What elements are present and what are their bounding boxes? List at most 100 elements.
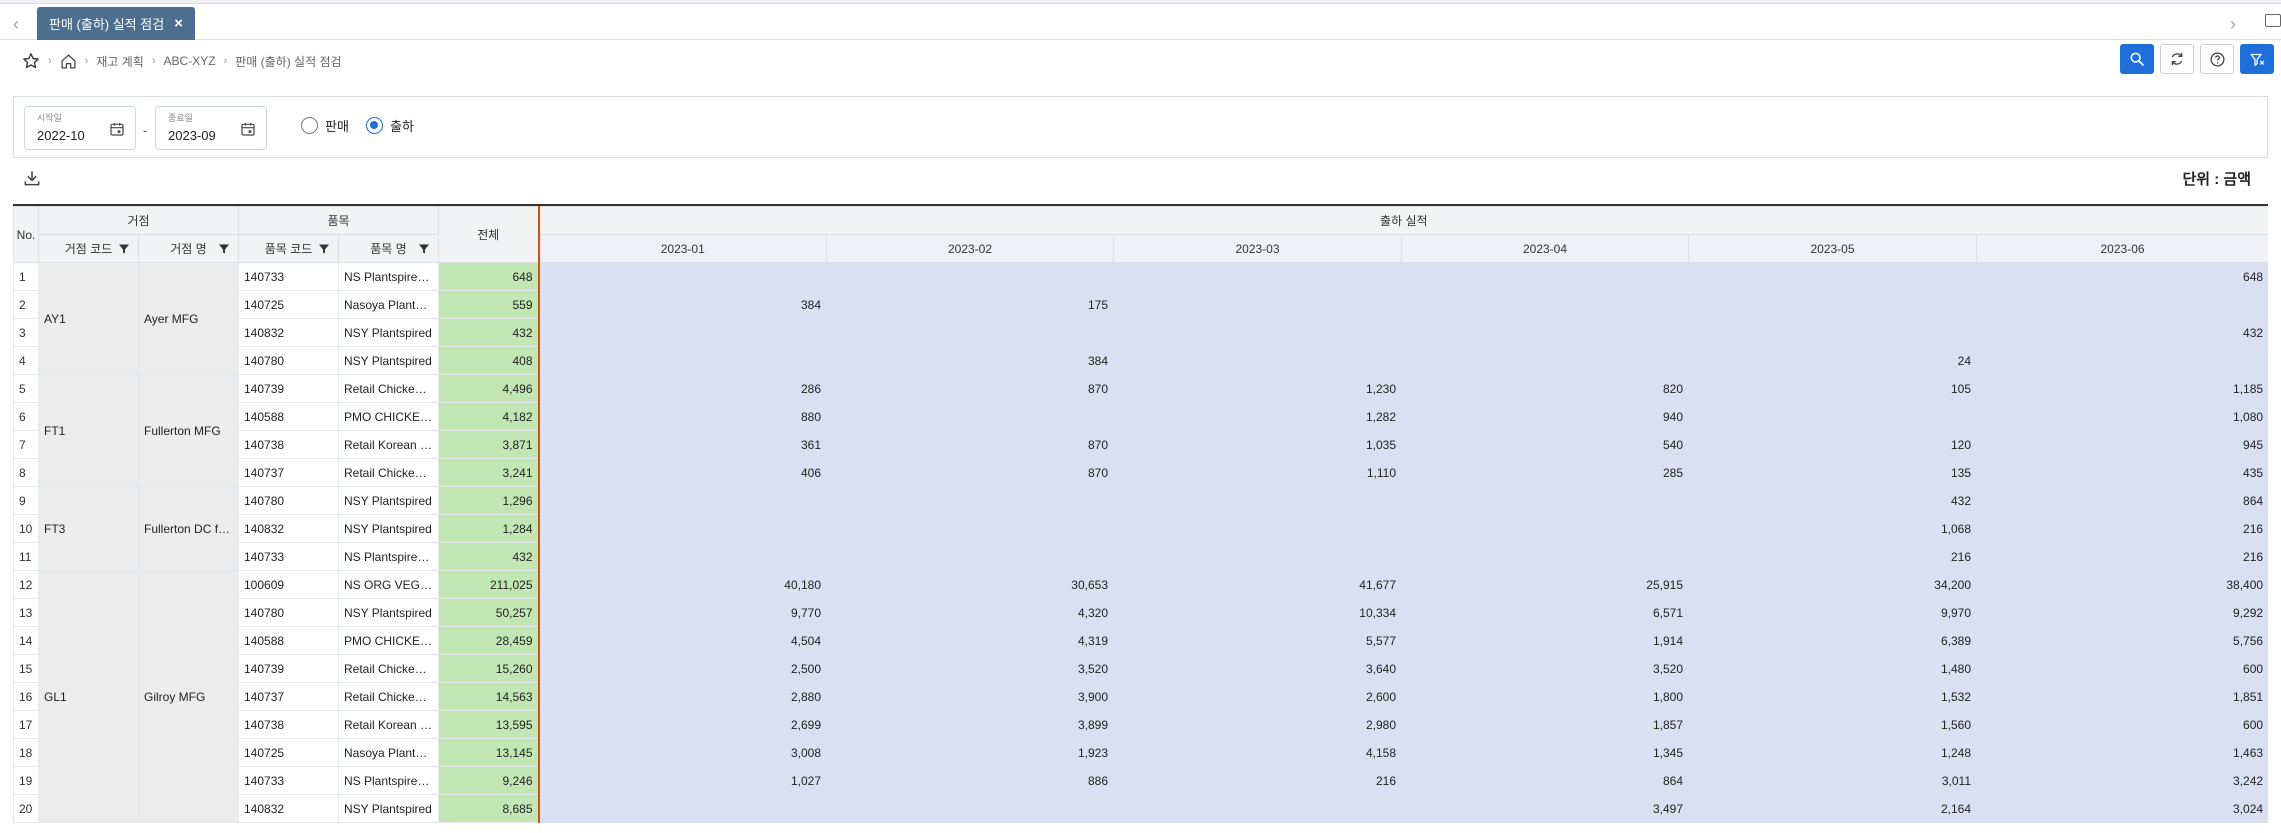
filter-icon[interactable] <box>318 243 330 255</box>
month-value-cell[interactable]: 41,677 <box>1113 570 1402 599</box>
filter-icon[interactable] <box>218 243 230 255</box>
month-value-cell[interactable]: 1,560 <box>1688 710 1977 739</box>
header-item-code[interactable]: 품목 코드 <box>238 234 339 263</box>
month-value-cell[interactable]: 2,880 <box>538 682 827 711</box>
total-cell[interactable]: 559 <box>438 290 540 319</box>
total-cell[interactable]: 13,145 <box>438 738 540 767</box>
close-icon[interactable]: × <box>174 15 183 32</box>
chevron-left-icon[interactable]: ‹ <box>8 14 24 35</box>
item-code-cell[interactable]: 140780 <box>238 598 339 627</box>
end-date-field[interactable]: 종료일 2023-09 <box>155 106 267 150</box>
month-value-cell[interactable]: 6,389 <box>1688 626 1977 655</box>
calendar-icon[interactable] <box>109 121 125 137</box>
table-row[interactable]: 7 140738Retail Korean Dumpling3,871361870… <box>13 430 2268 459</box>
month-value-cell[interactable]: 9,292 <box>1975 598 2268 627</box>
site-code-cell[interactable]: FT1 <box>38 374 139 487</box>
table-row[interactable]: 11 140733NS Plantspired Chicken432 216216 <box>13 542 2268 571</box>
month-value-cell[interactable] <box>1113 794 1402 823</box>
month-value-cell[interactable]: 820 <box>1401 374 1689 403</box>
total-cell[interactable]: 13,595 <box>438 710 540 739</box>
item-name-cell[interactable]: Retail Chicken Dumpling <box>338 654 439 683</box>
item-code-cell[interactable]: 140832 <box>238 514 339 543</box>
month-value-cell[interactable] <box>1401 486 1689 515</box>
item-code-cell[interactable]: 140733 <box>238 262 339 291</box>
radio-shipment[interactable]: 출하 <box>366 116 414 135</box>
total-cell[interactable]: 408 <box>438 346 540 375</box>
chevron-right-icon[interactable]: › <box>2225 14 2241 35</box>
month-value-cell[interactable]: 40,180 <box>538 570 827 599</box>
month-value-cell[interactable]: 2,699 <box>538 710 827 739</box>
site-name-cell[interactable]: Ayer MFG <box>138 262 239 375</box>
month-value-cell[interactable]: 864 <box>1401 766 1689 795</box>
item-name-cell[interactable]: Retail Chicken Dumpling <box>338 458 439 487</box>
table-row[interactable]: 5FT1Fullerton MFG140739Retail Chicken Du… <box>13 374 2268 487</box>
table-row[interactable]: 12GL1Gilroy MFG100609NS ORG VEGAN TOFU21… <box>13 570 2268 823</box>
month-value-cell[interactable]: 3,242 <box>1975 766 2268 795</box>
item-code-cell[interactable]: 140738 <box>238 710 339 739</box>
month-value-cell[interactable]: 3,520 <box>826 654 1114 683</box>
header-site-name[interactable]: 거점 명 <box>138 234 239 263</box>
calendar-icon[interactable] <box>240 121 256 137</box>
month-value-cell[interactable] <box>1113 542 1402 571</box>
month-value-cell[interactable]: 2,980 <box>1113 710 1402 739</box>
item-name-cell[interactable]: Retail Chicken Dumpling <box>338 682 439 711</box>
month-value-cell[interactable]: 864 <box>1975 486 2268 515</box>
filter-clear-button[interactable] <box>2240 44 2274 74</box>
month-value-cell[interactable] <box>826 542 1114 571</box>
total-cell[interactable]: 9,246 <box>438 766 540 795</box>
search-button[interactable] <box>2120 44 2154 74</box>
month-value-cell[interactable] <box>1113 318 1402 347</box>
table-row[interactable]: 1AY1Ayer MFG140733NS Plantspired Chicken… <box>13 262 2268 375</box>
month-value-cell[interactable]: 3,024 <box>1975 794 2268 823</box>
table-row[interactable]: 19 140733NS Plantspired Chicken9,2461,027… <box>13 766 2268 795</box>
month-value-cell[interactable]: 5,577 <box>1113 626 1402 655</box>
month-value-cell[interactable]: 285 <box>1401 458 1689 487</box>
item-name-cell[interactable]: Retail Korean Dumpling <box>338 710 439 739</box>
item-name-cell[interactable]: NS Plantspired Chicken <box>338 542 439 571</box>
item-code-cell[interactable]: 140733 <box>238 766 339 795</box>
table-row[interactable]: 3 140832 NSY Plantspired 432 432 <box>13 318 2268 347</box>
breadcrumb-item[interactable]: 재고 계획 <box>96 53 144 70</box>
item-name-cell[interactable]: PMO CHICKEN DUMPLING <box>338 402 439 431</box>
month-value-cell[interactable] <box>1401 346 1689 375</box>
item-code-cell[interactable]: 140725 <box>238 738 339 767</box>
breadcrumb-item[interactable]: ABC-XYZ <box>164 54 216 68</box>
item-code-cell[interactable]: 140832 <box>238 794 339 823</box>
month-value-cell[interactable]: 870 <box>826 374 1114 403</box>
item-code-cell[interactable]: 140739 <box>238 374 339 403</box>
item-name-cell[interactable]: PMO CHICKEN DUMPLING <box>338 626 439 655</box>
item-code-cell[interactable]: 140780 <box>238 346 339 375</box>
month-value-cell[interactable]: 1,857 <box>1401 710 1689 739</box>
month-value-cell[interactable]: 2,600 <box>1113 682 1402 711</box>
month-value-cell[interactable]: 3,900 <box>826 682 1114 711</box>
month-value-cell[interactable] <box>1113 514 1402 543</box>
month-value-cell[interactable]: 25,915 <box>1401 570 1689 599</box>
month-value-cell[interactable]: 1,110 <box>1113 458 1402 487</box>
month-value-cell[interactable]: 1,068 <box>1688 514 1977 543</box>
month-value-cell[interactable] <box>1688 262 1977 291</box>
month-value-cell[interactable]: 216 <box>1975 542 2268 571</box>
month-value-cell[interactable]: 600 <box>1975 710 2268 739</box>
home-icon[interactable] <box>60 53 77 70</box>
total-cell[interactable]: 3,871 <box>438 430 540 459</box>
item-name-cell[interactable]: NSY Plantspired <box>338 514 439 543</box>
header-item-name[interactable]: 품목 명 <box>338 234 439 263</box>
tab-sales-check[interactable]: 판매 (출하) 실적 점검 × <box>37 7 195 40</box>
month-value-cell[interactable] <box>1688 290 1977 319</box>
item-name-cell[interactable]: NSY Plantspired <box>338 486 439 515</box>
month-value-cell[interactable] <box>1401 262 1689 291</box>
month-value-cell[interactable]: 870 <box>826 430 1114 459</box>
month-value-cell[interactable]: 870 <box>826 458 1114 487</box>
month-value-cell[interactable]: 6,571 <box>1401 598 1689 627</box>
month-value-cell[interactable]: 9,970 <box>1688 598 1977 627</box>
header-site-code[interactable]: 거점 코드 <box>38 234 139 263</box>
month-value-cell[interactable]: 120 <box>1688 430 1977 459</box>
month-value-cell[interactable]: 38,400 <box>1975 570 2268 599</box>
month-value-cell[interactable]: 432 <box>1975 318 2268 347</box>
month-value-cell[interactable] <box>826 402 1114 431</box>
table-row[interactable]: 18 140725 Nasoya Plantspired 13,145 3,008 1,9… <box>13 738 2268 767</box>
month-value-cell[interactable] <box>1113 290 1402 319</box>
table-row[interactable]: 4 140780 NSY Plantspired 408 384 24 <box>13 346 2268 375</box>
table-row[interactable]: 17 140738Retail Korean Dumpling13,5952,69… <box>13 710 2268 739</box>
month-value-cell[interactable]: 1,027 <box>538 766 827 795</box>
